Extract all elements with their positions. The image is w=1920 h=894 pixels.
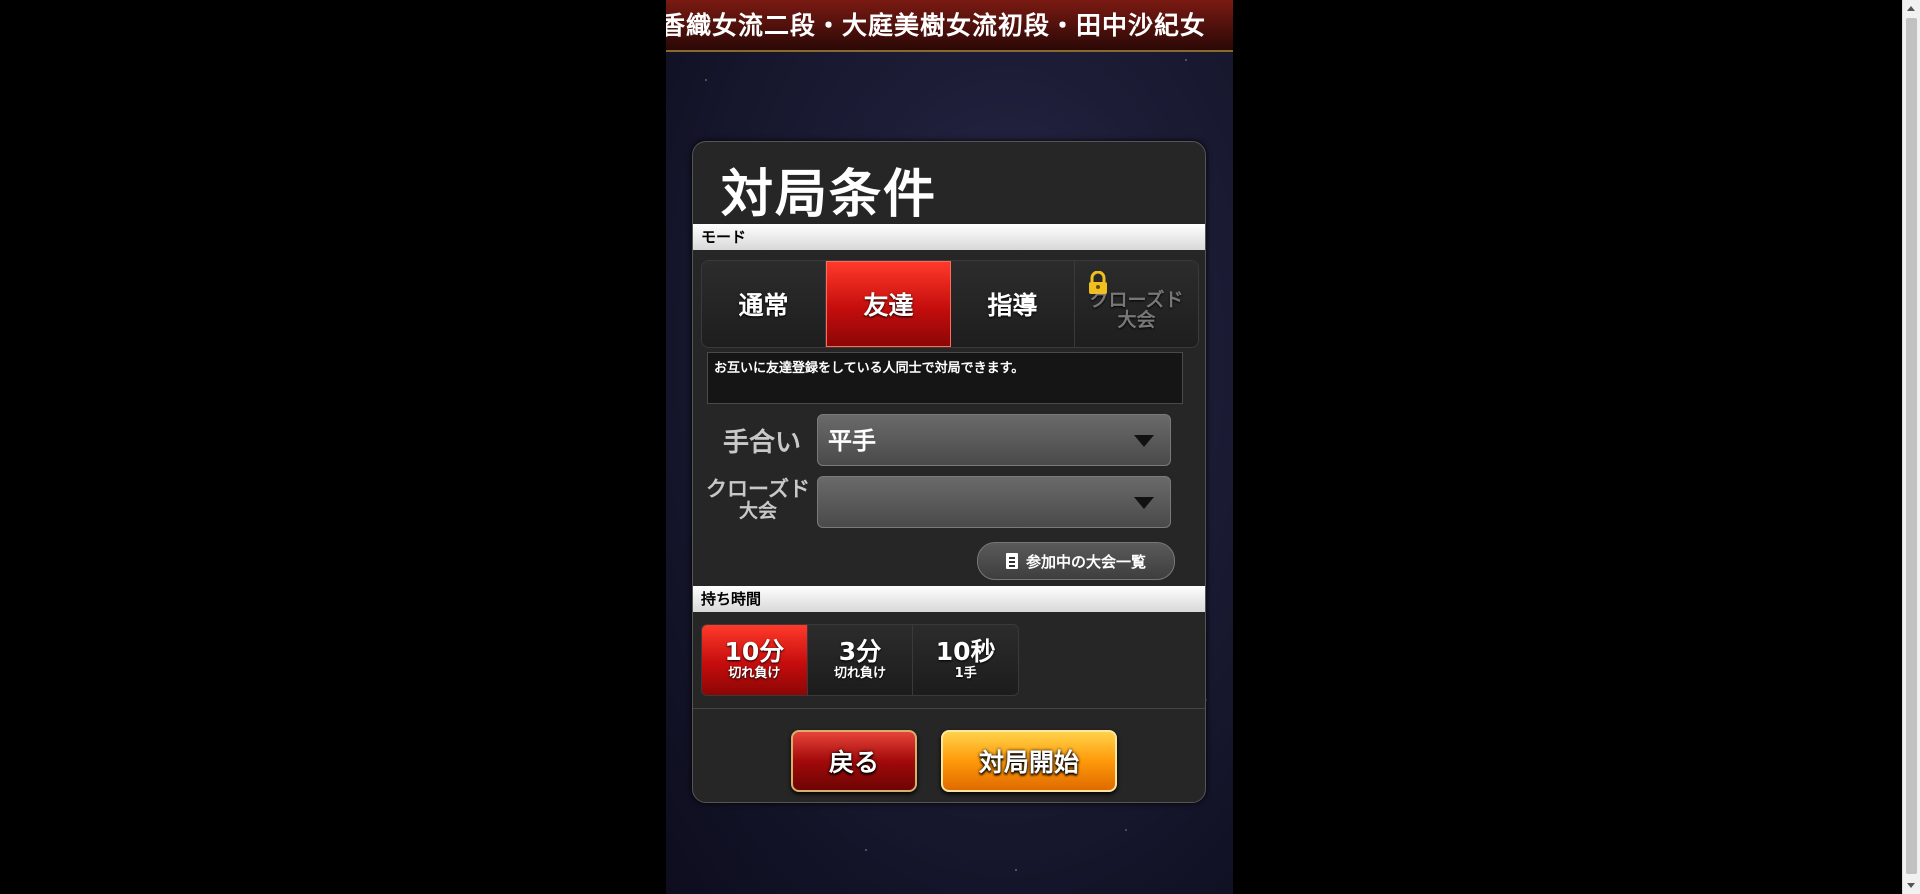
tab-normal-label: 通常	[738, 291, 789, 320]
tab-time-3min[interactable]: 3分 切れ負け	[807, 625, 914, 695]
ticker-text: 香織女流二段・大庭美樹女流初段・田中沙紀女	[666, 11, 1207, 40]
start-match-button[interactable]: 対局開始	[941, 730, 1117, 792]
time-3min-sub: 切れ負け	[834, 666, 887, 681]
time-10sec-main: 10秒	[935, 637, 996, 666]
closed-tournament-select[interactable]	[817, 476, 1171, 528]
time-3min-main: 3分	[838, 637, 882, 666]
tab-time-10min[interactable]: 10分 切れ負け	[702, 625, 808, 695]
mode-description: お互いに友達登録をしている人同士で対局できます。	[707, 352, 1183, 404]
game-viewport: 香織女流二段・大庭美樹女流初段・田中沙紀女 対局条件 モード 通常 友達 指導 …	[666, 0, 1233, 894]
handicap-label: 手合い	[722, 428, 801, 458]
chevron-down-icon	[1134, 497, 1154, 509]
tab-normal[interactable]: 通常	[702, 261, 826, 347]
footer-divider	[693, 708, 1205, 709]
scroll-thumb[interactable]	[1906, 18, 1917, 874]
page-title: 対局条件	[721, 165, 938, 225]
closed-tournament-label-line2: 大会	[738, 500, 777, 522]
handicap-value: 平手	[828, 427, 876, 455]
time-10min-sub: 切れ負け	[728, 666, 781, 681]
tournament-list-button-label: 参加中の大会一覧	[1025, 552, 1146, 571]
scroll-down-icon[interactable]	[1907, 883, 1915, 888]
tab-coaching[interactable]: 指導	[951, 261, 1075, 347]
mode-section-header: モード	[693, 224, 1205, 250]
time-10sec-sub: 1手	[954, 666, 977, 681]
tab-coaching-label: 指導	[987, 291, 1038, 320]
mode-tabs: 通常 友達 指導 クローズド 大会	[701, 260, 1199, 348]
scroll-up-icon[interactable]	[1907, 6, 1915, 11]
time-section-header: 持ち時間	[693, 586, 1205, 612]
tab-friend[interactable]: 友達	[826, 261, 951, 347]
news-ticker: 香織女流二段・大庭美樹女流初段・田中沙紀女	[666, 0, 1233, 52]
match-conditions-panel: 対局条件 モード 通常 友達 指導 クローズド 大会 お互いに友達登録をしている…	[692, 141, 1206, 803]
tab-time-10sec[interactable]: 10秒 1手	[913, 625, 1018, 695]
lock-icon	[1089, 271, 1107, 294]
back-button[interactable]: 戻る	[791, 730, 917, 792]
closed-tournament-label-line1: クローズド	[706, 477, 810, 501]
tab-closed-tournament[interactable]: クローズド 大会	[1075, 261, 1198, 347]
time-10min-main: 10分	[724, 637, 785, 666]
chevron-down-icon	[1134, 435, 1154, 447]
tournament-list-button[interactable]: 参加中の大会一覧	[977, 542, 1175, 580]
page-scrollbar[interactable]	[1902, 0, 1920, 894]
tab-friend-label: 友達	[863, 291, 914, 320]
closed-tournament-label: クローズド 大会	[699, 478, 817, 522]
time-control-tabs: 10分 切れ負け 3分 切れ負け 10秒 1手	[701, 624, 1019, 696]
document-icon	[1005, 553, 1018, 569]
tab-closed-label-line2: 大会	[1117, 309, 1156, 331]
handicap-select[interactable]: 平手	[817, 414, 1171, 466]
